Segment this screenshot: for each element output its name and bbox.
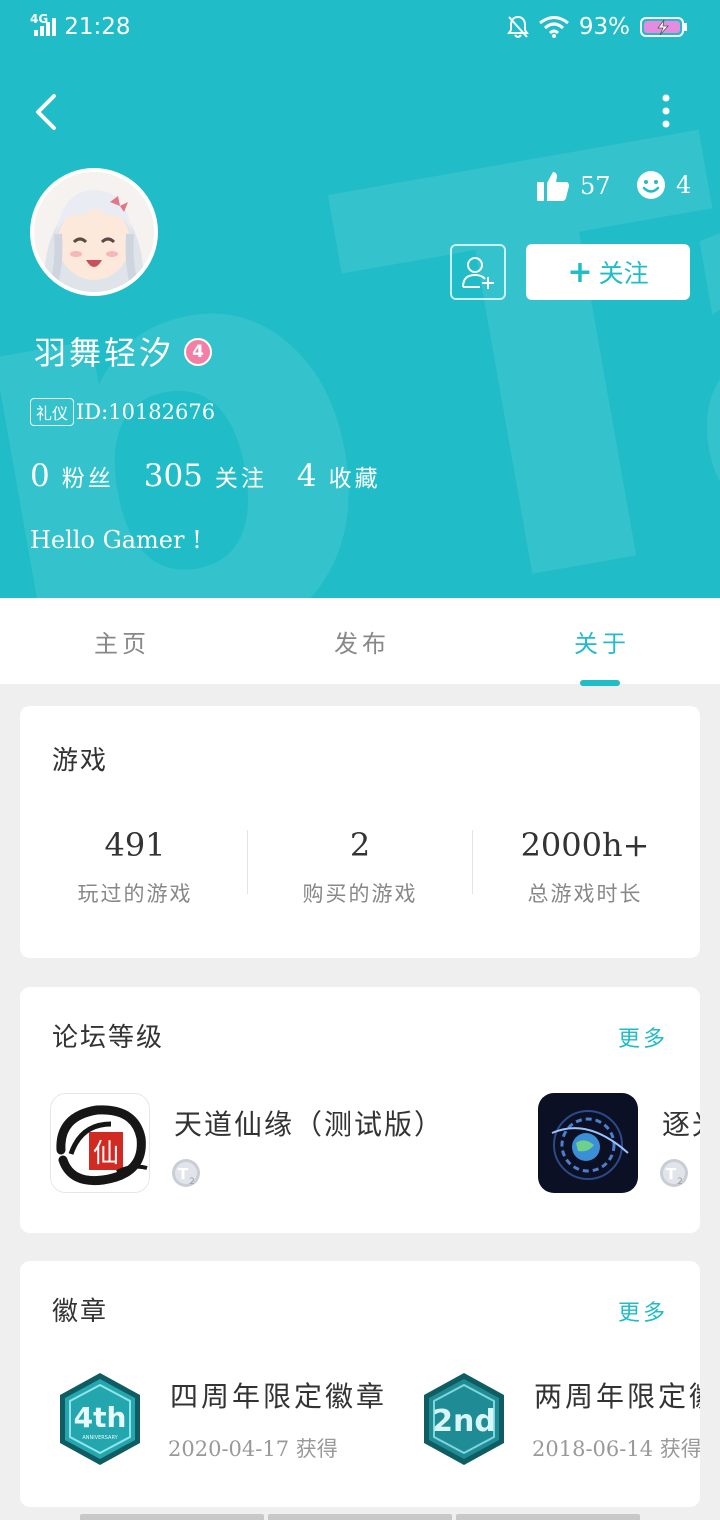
smile-count: 4 <box>676 171 692 199</box>
svg-text:T: T <box>666 1165 677 1183</box>
smile-stat: 4 <box>636 170 691 200</box>
fourth-anniversary-badge-icon: 4th ANNIVERSARY <box>60 1373 140 1465</box>
games-played-label: 玩过的游戏 <box>77 882 193 906</box>
games-played-stat[interactable]: 491 玩过的游戏 <box>22 826 248 908</box>
games-card: 游戏 491 玩过的游戏 2 购买的游戏 2000h+ 总游戏时长 <box>20 706 700 958</box>
active-tab-indicator <box>580 680 620 686</box>
tab-about[interactable]: 关于 <box>574 624 630 659</box>
battery-percent: 93% <box>578 14 630 40</box>
level-t2-icon: T2 <box>172 1159 200 1187</box>
games-purchased-label: 购买的游戏 <box>302 882 418 906</box>
game-stats: 491 玩过的游戏 2 购买的游戏 2000h+ 总游戏时长 <box>20 826 700 906</box>
tab-posts[interactable]: 发布 <box>334 624 390 659</box>
favorites-label[interactable]: 收藏 <box>329 459 381 493</box>
badges-card: 徽章 更多 4th ANNIVERSARY 四周年限定徽章 2020-04-17… <box>20 1261 700 1507</box>
user-bio: Hello Gamer ! <box>30 526 202 554</box>
profile-header: pTa 4G 21:28 93% 57 4 + 关注 羽舞轻汐 4 礼仪 ID:… <box>0 0 720 598</box>
games-purchased-value: 2 <box>349 826 371 864</box>
badge-earned-date: 2020-04-17 获得 <box>168 1437 338 1461</box>
badge-name: 四周年限定徽章 <box>170 1380 388 1413</box>
back-icon[interactable] <box>28 90 68 134</box>
taptap-watermark: pTa <box>0 40 720 598</box>
svg-text:2: 2 <box>677 1177 683 1187</box>
forum-card-title: 论坛等级 <box>52 1023 165 1053</box>
badge-icon-text: 4th <box>74 1401 127 1434</box>
favorites-count[interactable]: 4 <box>297 458 317 494</box>
battery-charging-icon <box>640 17 687 37</box>
followers-count[interactable]: 0 <box>30 458 50 494</box>
avatar[interactable] <box>30 168 158 296</box>
badge-icon-text: 2nd <box>432 1404 496 1439</box>
xian-calligraphy-game-icon: 仙 <box>50 1093 150 1193</box>
forum-item[interactable]: 逐光 T2 <box>538 1093 700 1193</box>
svg-text:2: 2 <box>189 1177 195 1187</box>
mute-bell-icon <box>507 15 529 38</box>
total-playtime-stat[interactable]: 2000h+ 总游戏时长 <box>472 826 698 908</box>
svg-text:pTa: pTa <box>0 40 720 598</box>
followers-label[interactable]: 粉丝 <box>62 459 114 493</box>
badge-name: 两周年限定徽章 <box>534 1380 700 1413</box>
likes-stat: 57 <box>536 170 611 202</box>
following-label[interactable]: 关注 <box>215 459 267 493</box>
badge-item[interactable]: 4th ANNIVERSARY 四周年限定徽章 2020-04-17 获得 <box>50 1369 410 1469</box>
bottom-edge-strip <box>80 1514 640 1520</box>
badges-card-title: 徽章 <box>52 1297 109 1327</box>
wifi-icon <box>538 16 569 38</box>
user-id: ID:10182676 <box>76 400 216 424</box>
tab-home[interactable]: 主页 <box>94 624 150 659</box>
forum-item[interactable]: 仙 天道仙缘（测试版） T2 <box>50 1093 530 1193</box>
games-card-title: 游戏 <box>52 746 109 776</box>
games-purchased-stat[interactable]: 2 购买的游戏 <box>247 826 473 908</box>
profile-tabs: 主页 发布 关于 <box>0 598 720 684</box>
user-level-badge: 4 <box>184 338 212 366</box>
svg-text:T: T <box>178 1165 189 1183</box>
forum-game-name: 逐光 <box>662 1108 700 1141</box>
more-options-icon[interactable] <box>652 92 680 132</box>
badge-item[interactable]: 2nd 两周年限定徽章 2018-06-14 获得 <box>414 1369 700 1469</box>
etiquette-tag[interactable]: 礼仪 <box>30 398 75 426</box>
username: 羽舞轻汐 <box>34 334 175 372</box>
badges-more-link[interactable]: 更多 <box>618 1295 668 1327</box>
follow-button[interactable]: + 关注 <box>526 244 690 300</box>
space-planet-game-icon <box>538 1093 638 1193</box>
forum-level-card: 论坛等级 更多 仙 天道仙缘（测试版） T2 逐 T 2 <box>20 987 700 1233</box>
total-playtime-value: 2000h+ <box>520 826 650 864</box>
games-played-value: 491 <box>104 826 166 864</box>
clock: 21:28 <box>64 14 131 40</box>
svg-text:仙: 仙 <box>93 1139 119 1169</box>
add-friend-button[interactable] <box>450 244 506 300</box>
forum-more-link[interactable]: 更多 <box>618 1021 668 1053</box>
svg-text:ANNIVERSARY: ANNIVERSARY <box>82 1435 118 1441</box>
level-t2-icon: T2 <box>660 1159 688 1187</box>
thumbs-up-icon <box>537 172 569 201</box>
second-anniversary-badge-icon: 2nd <box>424 1373 504 1465</box>
likes-count: 57 <box>580 172 611 200</box>
add-user-icon <box>462 257 494 289</box>
total-playtime-label: 总游戏时长 <box>527 882 643 906</box>
status-bar: 4G 21:28 93% <box>0 0 720 58</box>
social-counts: 0 粉丝 305 关注 4 收藏 <box>30 458 411 494</box>
smile-icon <box>637 171 665 199</box>
forum-game-name: 天道仙缘（测试版） <box>174 1108 445 1141</box>
follow-button-label: 关注 <box>598 259 649 288</box>
plus-icon: + <box>567 254 593 290</box>
id-row: 礼仪 ID:10182676 <box>30 398 215 426</box>
network-type: 4G <box>30 12 49 26</box>
badge-earned-date: 2018-06-14 获得 <box>532 1437 700 1461</box>
following-count[interactable]: 305 <box>144 458 203 494</box>
anime-girl-avatar-image <box>34 172 154 292</box>
